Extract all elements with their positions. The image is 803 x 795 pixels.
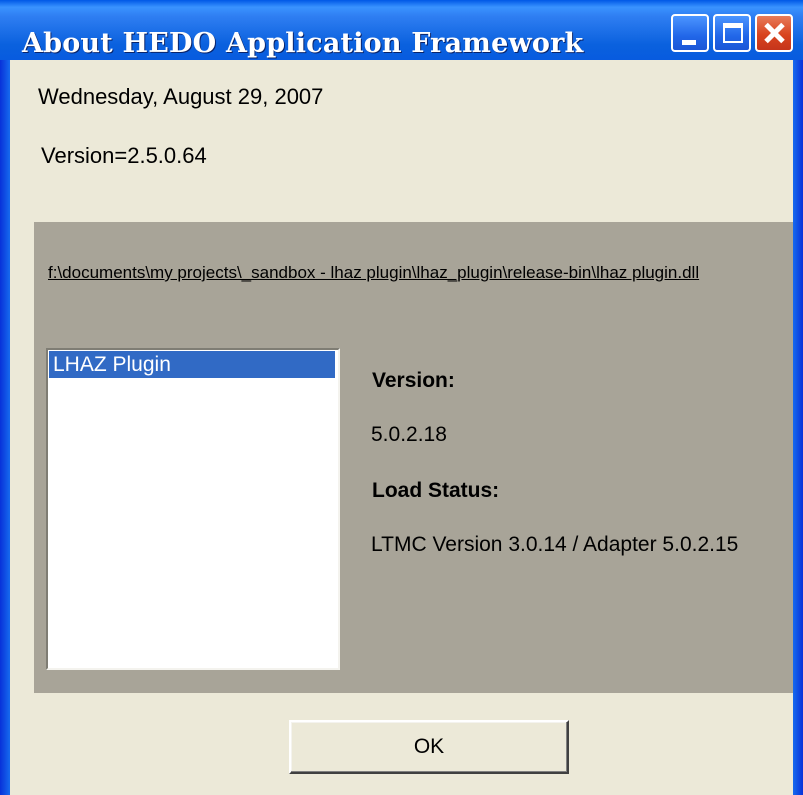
minimize-button[interactable] bbox=[671, 14, 709, 52]
ok-button[interactable]: OK bbox=[289, 720, 569, 774]
load-status-label: Load Status: bbox=[372, 479, 500, 502]
close-icon bbox=[757, 16, 791, 50]
plugin-version-value: 5.0.2.18 bbox=[371, 423, 447, 446]
about-dialog: About HEDO Application Framework Wednesd… bbox=[0, 0, 803, 795]
plugin-list-item[interactable]: LHAZ Plugin bbox=[49, 351, 335, 378]
maximize-icon bbox=[723, 23, 743, 43]
plugin-version-label: Version: bbox=[372, 369, 455, 392]
maximize-button[interactable] bbox=[713, 14, 751, 52]
plugin-panel: f:\documents\my projects\_sandbox - lhaz… bbox=[34, 222, 793, 693]
plugin-list[interactable]: LHAZ Plugin bbox=[46, 348, 340, 670]
build-date: Wednesday, August 29, 2007 bbox=[38, 84, 324, 109]
window-border-right bbox=[793, 60, 803, 795]
close-button[interactable] bbox=[755, 14, 793, 52]
minimize-icon bbox=[682, 40, 696, 45]
load-status-value: LTMC Version 3.0.14 / Adapter 5.0.2.15 bbox=[371, 533, 739, 556]
plugin-path-link[interactable]: f:\documents\my projects\_sandbox - lhaz… bbox=[48, 264, 728, 282]
window-border-left bbox=[0, 60, 10, 795]
framework-version: Version=2.5.0.64 bbox=[41, 143, 207, 168]
